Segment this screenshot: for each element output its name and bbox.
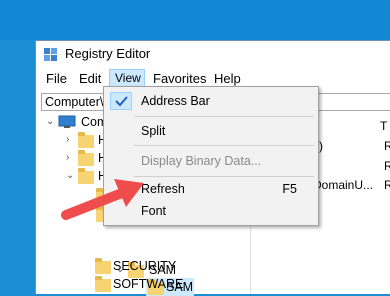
menu-item-label: Address Bar — [141, 94, 210, 108]
column-header-type[interactable]: T — [380, 119, 387, 133]
tree-item-label: SOFTWARE — [113, 277, 184, 291]
menu-separator — [134, 116, 314, 117]
menu-item-shortcut: F5 — [282, 182, 297, 196]
value-type: R — [384, 159, 390, 173]
tree-item-software[interactable]: SOFTWARE — [93, 275, 213, 293]
address-bar-value: Computer\ — [45, 95, 104, 109]
value-type: R — [384, 178, 390, 192]
menu-file[interactable]: File — [46, 71, 67, 86]
menu-view[interactable]: View — [109, 69, 145, 87]
menu-separator — [134, 176, 314, 177]
registry-editor-icon — [44, 48, 57, 61]
tree-item-security[interactable]: SECURITY — [93, 257, 213, 275]
menu-help[interactable]: Help — [214, 71, 241, 86]
chevron-right-icon[interactable]: › — [66, 134, 69, 145]
value-type: R — [384, 139, 390, 153]
folder-icon — [78, 132, 94, 148]
folder-icon — [95, 276, 111, 292]
title-bar[interactable]: Registry Editor — [36, 41, 390, 67]
menu-separator — [134, 145, 314, 146]
chevron-down-icon[interactable]: ⌄ — [46, 116, 54, 127]
folder-icon — [95, 258, 111, 274]
chevron-right-icon[interactable]: › — [66, 152, 69, 163]
checkmark-icon — [110, 92, 132, 110]
tree-item-label: SECURITY — [113, 259, 177, 273]
annotation-arrow-icon — [61, 179, 144, 220]
desktop-background — [0, 0, 390, 40]
menu-view-label: View — [115, 71, 141, 85]
menu-item-label: Display Binary Data... — [141, 154, 262, 168]
menu-edit[interactable]: Edit — [79, 71, 101, 86]
menu-item-address-bar[interactable]: Address Bar — [105, 90, 317, 112]
menu-item-split[interactable]: Split — [105, 120, 317, 142]
menu-item-label: Split — [141, 124, 166, 138]
window-title: Registry Editor — [65, 46, 151, 61]
menu-bar: File Edit View Favorites Help — [36, 68, 390, 88]
value-name[interactable]: DomainU... — [313, 178, 373, 192]
computer-icon — [58, 115, 76, 128]
menu-favorites[interactable]: Favorites — [153, 71, 206, 86]
